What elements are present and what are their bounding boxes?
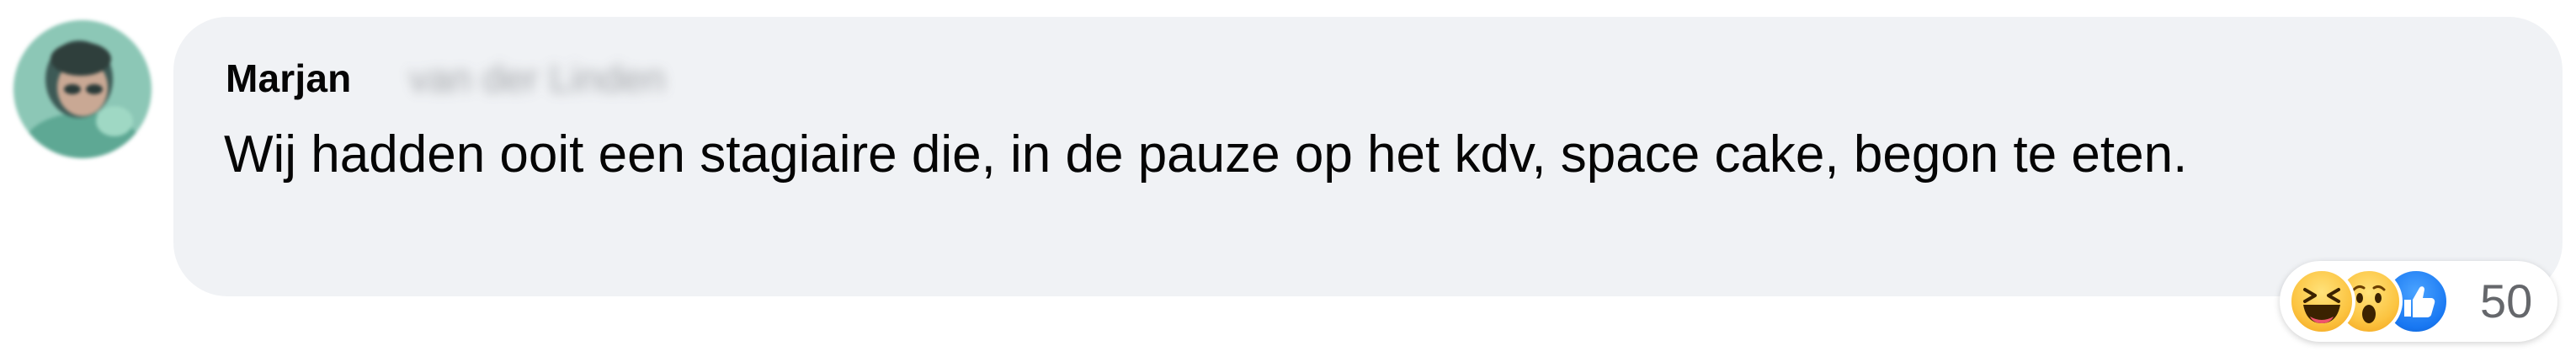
reactions-summary[interactable]: 50 xyxy=(2280,261,2557,342)
comment: Marjan van der Linden Wij hadden ooit ee… xyxy=(0,0,2576,362)
author-surname-blurred[interactable]: van der Linden xyxy=(409,56,665,101)
comment-text: Wij hadden ooit een stagiaire die, in de… xyxy=(224,125,2188,184)
avatar[interactable] xyxy=(13,20,152,158)
avatar-image xyxy=(13,20,152,158)
haha-icon xyxy=(2288,268,2355,335)
reaction-count[interactable]: 50 xyxy=(2480,274,2532,328)
author-name[interactable]: Marjan xyxy=(226,56,351,101)
